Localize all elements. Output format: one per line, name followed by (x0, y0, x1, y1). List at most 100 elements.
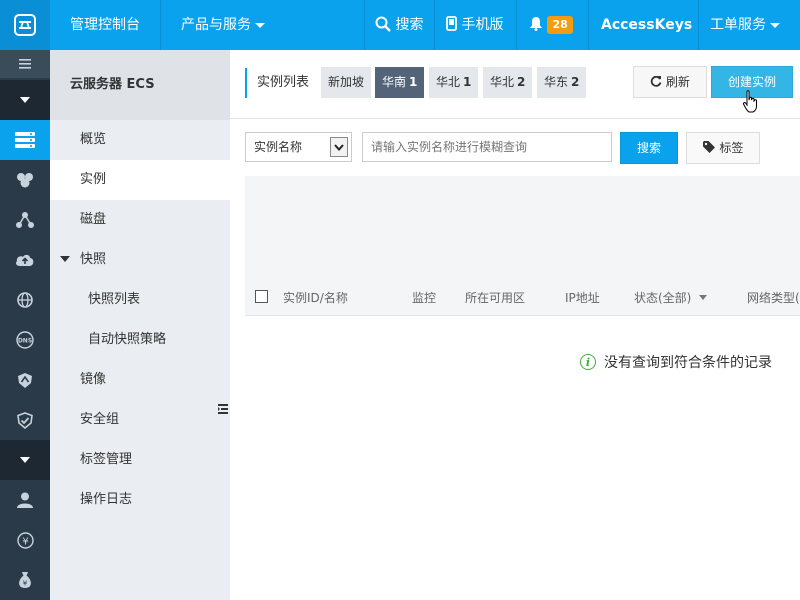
main-content: 实例列表 新加坡 华南1 华北1 华北2 华东2 刷新 创建实例 实例名称 搜索… (230, 50, 800, 600)
region-count: 2 (571, 75, 580, 89)
region-name: 华东 (544, 75, 569, 89)
notification-count-badge: 28 (547, 16, 573, 34)
select-all-checkbox[interactable] (255, 290, 268, 303)
dns-icon: DNS (16, 331, 34, 349)
sidebar-collapse-handle[interactable] (216, 384, 230, 434)
caret-down-icon (699, 295, 708, 300)
tags-label: 标签 (719, 141, 744, 155)
bell-icon (530, 17, 542, 31)
expand-triangle-icon (60, 256, 70, 262)
sidebar-title: 云服务器 ECS (50, 50, 230, 120)
mobile-icon (446, 16, 457, 31)
region-tab-north-china-1[interactable]: 华北 1 (429, 67, 479, 98)
svg-text:¥: ¥ (22, 536, 28, 547)
hand-cursor-icon (742, 90, 757, 113)
region-count: 1 (409, 75, 418, 89)
info-icon: i (580, 354, 596, 370)
rail-item-account[interactable] (0, 480, 50, 520)
cluster-icon (17, 173, 33, 188)
sidebar-item-operation-log[interactable]: 操作日志 (50, 480, 230, 520)
rail-item-safety[interactable] (0, 400, 50, 440)
console-home-link[interactable]: 管理控制台 (70, 0, 140, 50)
instance-table: 实例ID/名称 监控 所在可用区 IP地址 状态(全部) 网络类型( (245, 176, 800, 316)
bag-icon: ¥ (19, 572, 31, 588)
status-filter-label: 状态(全部) (634, 291, 692, 305)
search-link[interactable]: 搜索 (375, 0, 423, 50)
sidebar-item-disks[interactable]: 磁盘 (50, 200, 230, 240)
search-button[interactable]: 搜索 (620, 132, 678, 164)
rail-collapse-bottom[interactable] (0, 440, 50, 480)
rail-item-cluster[interactable] (0, 160, 50, 200)
sidebar-item-tag-management[interactable]: 标签管理 (50, 440, 230, 480)
select-value: 实例名称 (254, 140, 303, 154)
column-header-instance-id[interactable]: 实例ID/名称 (283, 289, 348, 306)
chevron-down-icon (20, 97, 30, 103)
rail-item-dns[interactable]: DNS (0, 320, 50, 360)
column-header-ip: IP地址 (565, 291, 600, 305)
region-tab-north-china-2[interactable]: 华北 2 (483, 67, 533, 98)
region-name: 华北 (490, 75, 515, 89)
region-count: 1 (463, 75, 472, 89)
sidebar-item-auto-snapshot-policy[interactable]: 自动快照策略 (50, 320, 230, 360)
ticket-service-menu[interactable]: 工单服务 (710, 0, 780, 50)
region-count: 2 (517, 75, 526, 89)
region-tab-east-china-2[interactable]: 华东 2 (537, 67, 587, 98)
rail-item-cdn[interactable] (0, 240, 50, 280)
notifications-button[interactable]: 28 (529, 0, 573, 50)
divider (230, 118, 800, 119)
refresh-icon (650, 75, 662, 87)
mobile-link[interactable]: 手机版 (446, 0, 503, 50)
sidebar-item-label: 快照 (80, 252, 107, 267)
column-header-monitor: 监控 (412, 291, 437, 305)
rail-item-network[interactable] (0, 200, 50, 240)
ticket-label: 工单服务 (710, 17, 766, 33)
rail-collapse-top[interactable] (0, 80, 50, 120)
rail-item-orders[interactable]: ¥ (0, 560, 50, 600)
yen-icon: ¥ (16, 531, 34, 549)
column-header-network-type: 网络类型( (747, 291, 800, 305)
sidebar-item-images[interactable]: 镜像 (50, 360, 230, 400)
search-input[interactable] (362, 132, 612, 162)
search-label: 搜索 (395, 17, 424, 33)
mobile-label: 手机版 (461, 17, 504, 33)
column-header-status[interactable]: 状态(全部) (634, 289, 708, 306)
sidebar-item-overview[interactable]: 概览 (50, 120, 230, 160)
filter-field-select[interactable]: 实例名称 (245, 132, 352, 162)
page-title: 实例列表 (245, 68, 309, 98)
cloud-upload-icon (16, 254, 34, 266)
search-icon (375, 16, 391, 32)
chevron-down-icon (20, 457, 30, 463)
ecs-sidebar: 云服务器 ECS 概览 实例 磁盘 快照 快照列表 自动快照策略 镜像 安全组 … (50, 50, 230, 600)
region-tab-south-china-1[interactable]: 华南 1 (375, 67, 425, 98)
region-name: 华南 (382, 75, 407, 89)
empty-state: i 没有查询到符合条件的记录 (580, 352, 772, 372)
region-name: 新加坡 (328, 75, 365, 89)
console-logo[interactable] (0, 0, 50, 50)
svg-text:DNS: DNS (18, 338, 32, 345)
icon-rail: DNS ¥ ¥ (0, 50, 50, 600)
aliyun-logo-icon (14, 14, 36, 36)
shield-check-icon (17, 411, 33, 429)
user-icon (17, 492, 33, 508)
sidebar-item-snapshot-list[interactable]: 快照列表 (50, 280, 230, 320)
rail-item-billing[interactable]: ¥ (0, 520, 50, 560)
region-tab-singapore[interactable]: 新加坡 (321, 67, 372, 98)
sidebar-item-instances[interactable]: 实例 (50, 160, 230, 200)
caret-down-icon (770, 22, 780, 28)
tags-button[interactable]: 标签 (686, 132, 760, 164)
caret-down-icon (255, 22, 265, 28)
top-navbar: 管理控制台 产品与服务 搜索 手机版 28 AccessKeys 工单服务 (0, 0, 800, 50)
refresh-button[interactable]: 刷新 (633, 66, 707, 98)
collapse-list-icon (218, 404, 228, 414)
rail-item-security[interactable] (0, 360, 50, 400)
menu-toggle[interactable] (0, 50, 50, 78)
menu-icon (19, 59, 31, 69)
accesskeys-link[interactable]: AccessKeys (601, 0, 692, 50)
sidebar-item-snapshots[interactable]: 快照 (50, 240, 230, 280)
rail-item-domain[interactable] (0, 280, 50, 320)
sidebar-item-security-groups[interactable]: 安全组 (50, 400, 230, 440)
products-menu[interactable]: 产品与服务 (181, 0, 265, 50)
region-name: 华北 (436, 75, 461, 89)
globe-icon (17, 292, 33, 308)
rail-item-ecs[interactable] (0, 120, 50, 160)
